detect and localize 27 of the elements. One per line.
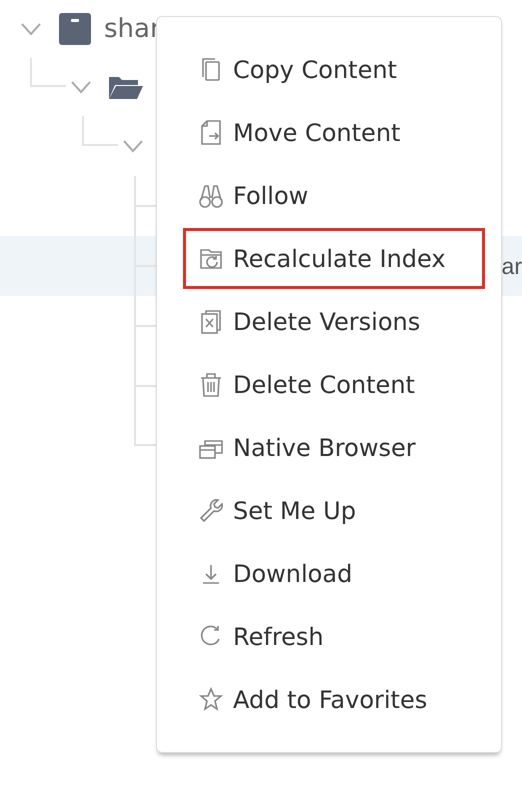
connector-line xyxy=(82,116,118,146)
menu-item[interactable]: Download xyxy=(183,543,485,604)
document-x-icon xyxy=(199,308,223,334)
menu-item[interactable]: Add to Favorites xyxy=(183,669,485,730)
trash-icon xyxy=(199,372,223,398)
binoculars-icon xyxy=(199,182,223,208)
repository-icon xyxy=(58,12,92,46)
menu-item[interactable]: Refresh xyxy=(183,606,485,667)
chevron-down-icon[interactable] xyxy=(20,22,42,36)
connector-line xyxy=(30,58,66,87)
node-label: shar xyxy=(104,12,161,46)
chevron-down-icon[interactable] xyxy=(70,80,92,94)
menu-item[interactable]: Copy Content xyxy=(183,39,485,100)
folder-icon xyxy=(108,74,144,100)
menu-item[interactable]: Set Me Up xyxy=(183,480,485,541)
menu-item[interactable]: Recalculate Index xyxy=(183,228,485,289)
node-label: ar xyxy=(502,252,522,281)
menu-item[interactable]: Move Content xyxy=(183,102,485,163)
chevron-down-icon[interactable] xyxy=(122,139,144,153)
menu-item[interactable]: Delete Content xyxy=(183,354,485,415)
copy-icon xyxy=(199,56,223,82)
menu-item[interactable]: Native Browser xyxy=(183,417,485,478)
star-icon xyxy=(199,686,223,712)
menu-item[interactable]: Delete Versions xyxy=(183,291,485,352)
document-arrow-icon xyxy=(199,120,223,146)
wrench-icon xyxy=(199,498,223,524)
menu-item[interactable]: Follow xyxy=(183,165,485,226)
